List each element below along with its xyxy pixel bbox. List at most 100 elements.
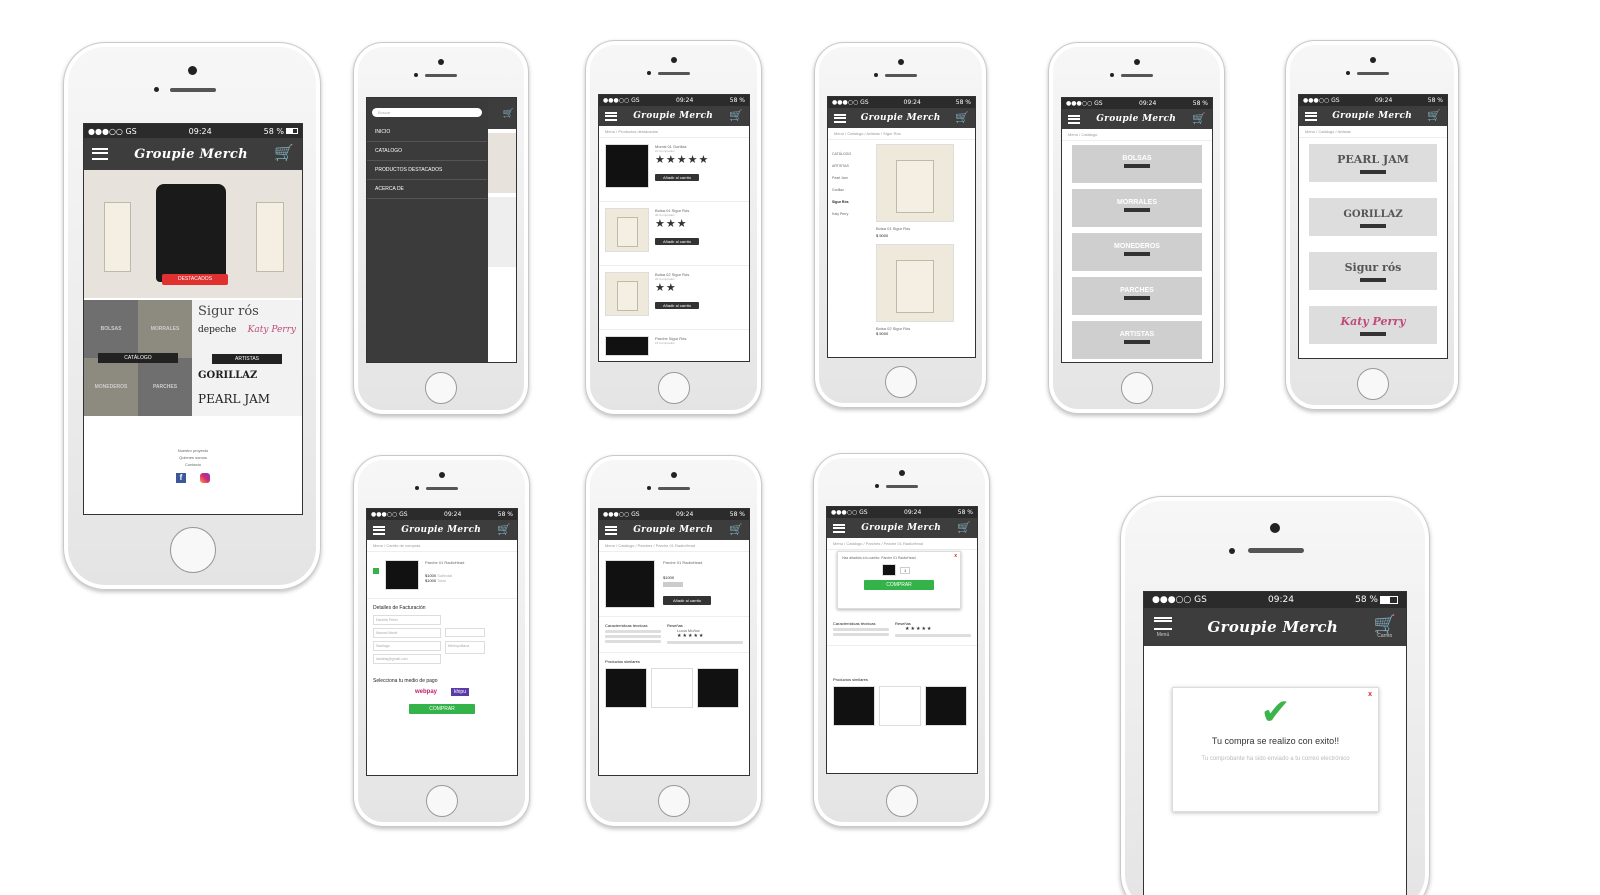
hero-banner[interactable]: DESTACADOS [84, 170, 302, 298]
home-button[interactable] [425, 372, 457, 404]
quantity-stepper[interactable] [663, 582, 683, 587]
ver-button[interactable] [1360, 170, 1386, 174]
filter-item[interactable]: CATÁLOGO [832, 152, 866, 156]
filter-item[interactable]: ARTISTAS [832, 164, 866, 168]
filter-item[interactable]: Pearl Jam [832, 176, 866, 180]
artist-tile-gorillaz[interactable]: GORILLAZ [1309, 198, 1437, 236]
menu-item-catalogo[interactable]: CATALOGO [367, 142, 487, 161]
add-to-cart-button[interactable]: Añadir al carrito [655, 302, 700, 309]
product-image[interactable] [876, 244, 954, 322]
menu-icon[interactable] [1068, 114, 1080, 124]
catalog-tile-bolsas[interactable]: BOLSAS [1072, 145, 1202, 183]
tile-bolsas[interactable]: BOLSAS [84, 300, 138, 358]
artists-block[interactable]: Sigur rós depeche Katy Perry ARTISTAS GOR… [192, 300, 302, 416]
catalog-tile-monederos[interactable]: MONEDEROS [1072, 233, 1202, 271]
home-button[interactable] [426, 785, 458, 817]
add-to-cart-button[interactable]: Añadir al carrito [655, 238, 700, 245]
ver-button[interactable] [1124, 296, 1150, 300]
billing-field[interactable]: Metropolitana [445, 641, 485, 654]
catalog-label[interactable]: CATÁLOGO [98, 353, 178, 363]
list-item[interactable]: Parche Sigur Rós 15 Comprados [599, 330, 749, 360]
ver-button[interactable] [1360, 224, 1386, 228]
cart-icon[interactable]: 🛒 [1192, 113, 1206, 125]
menu-item-acerca[interactable]: ACERCA DE [367, 180, 487, 199]
similar-product[interactable] [833, 686, 875, 726]
cart-icon[interactable]: 🛒 [1374, 615, 1396, 633]
list-item[interactable]: Bolsa 02 Sigur Rós 20 Comprados ★★ Añadir a… [599, 266, 749, 330]
catalog-tile-parches[interactable]: PARCHES [1072, 277, 1202, 315]
similar-product[interactable] [651, 668, 693, 708]
home-button[interactable] [658, 372, 690, 404]
quantity-stepper[interactable]: 1 [900, 566, 911, 574]
cart-icon[interactable]: 🛒 [274, 146, 294, 162]
catalog-tile-morrales[interactable]: MORRALES [1072, 189, 1202, 227]
instagram-icon[interactable] [200, 473, 210, 483]
catalog-block[interactable]: BOLSAS MORRALES MONEDEROS PARCHES CATÁLO… [84, 300, 192, 416]
ver-button[interactable] [1124, 164, 1150, 168]
ver-button[interactable] [1360, 278, 1386, 282]
buy-button[interactable]: COMPRAR [864, 580, 934, 590]
artists-label[interactable]: ARTISTAS [212, 354, 282, 364]
facebook-icon[interactable]: f [176, 473, 186, 483]
khipu-option[interactable]: khipu [451, 688, 469, 696]
billing-field[interactable]: danielaj@gmail.com [373, 654, 441, 664]
catalog-tile-artistas[interactable]: ARTISTAS [1072, 321, 1202, 359]
menu-icon[interactable] [834, 113, 846, 123]
search-input[interactable]: Buscar [372, 108, 482, 117]
item-checkbox[interactable] [373, 568, 379, 574]
add-to-cart-button[interactable]: Añadir al carrito [663, 596, 712, 605]
billing-field[interactable] [445, 628, 485, 637]
menu-item-inicio[interactable]: INICIO [367, 123, 487, 142]
webpay-option[interactable]: webpay [415, 689, 437, 695]
cart-icon[interactable]: 🛒 [497, 524, 511, 536]
featured-badge[interactable]: DESTACADOS [162, 274, 228, 285]
list-item[interactable]: Bolsa 01 Sigur Rós 40 Comprados ★★★ Añadir … [599, 202, 749, 266]
ver-button[interactable] [1124, 208, 1150, 212]
product-image[interactable] [876, 144, 954, 222]
menu-icon[interactable] [92, 148, 108, 160]
similar-product[interactable] [879, 686, 921, 726]
tile-monederos[interactable]: MONEDEROS [84, 358, 138, 416]
artist-tile-katy-perry[interactable]: Katy Perry [1309, 306, 1437, 344]
artist-tile-pearl-jam[interactable]: PEARL JAM [1309, 144, 1437, 182]
ver-button[interactable] [1360, 332, 1386, 336]
close-icon[interactable]: x [954, 553, 957, 559]
filter-item[interactable]: Gorillaz [832, 188, 866, 192]
cart-icon[interactable]: 🛒 [488, 98, 516, 129]
home-button[interactable] [1357, 368, 1389, 400]
cart-icon[interactable]: 🛒 [729, 110, 743, 122]
menu-icon[interactable] [1305, 111, 1317, 121]
billing-field[interactable]: Santiago [373, 641, 441, 651]
tile-morrales[interactable]: MORRALES [138, 300, 192, 358]
list-item[interactable]: Morral 01 Gorillaz 10 Comprados ★★★★★ Añadi… [599, 138, 749, 202]
billing-field[interactable]: Manuel Montt [373, 628, 441, 638]
cart-icon[interactable]: 🛒 [957, 522, 971, 534]
cart-icon[interactable]: 🛒 [729, 524, 743, 536]
home-button[interactable] [885, 366, 917, 398]
artist-tile-sigur-ros[interactable]: Sigur rós [1309, 252, 1437, 290]
tile-parches[interactable]: PARCHES [138, 358, 192, 416]
menu-icon[interactable] [833, 523, 845, 533]
close-icon[interactable]: x [1368, 691, 1372, 698]
similar-product[interactable] [605, 668, 647, 708]
menu-icon[interactable] [605, 525, 617, 535]
home-button[interactable] [886, 785, 918, 817]
add-to-cart-button[interactable]: Añadir al carrito [655, 174, 700, 181]
ver-button[interactable] [1124, 252, 1150, 256]
cart-icon[interactable]: 🛒 [955, 112, 969, 124]
similar-product[interactable] [925, 686, 967, 726]
footer-link[interactable]: Contacto [84, 462, 302, 467]
menu-icon[interactable] [1154, 616, 1172, 630]
buy-button[interactable]: COMPRAR [409, 704, 475, 714]
menu-icon[interactable] [605, 111, 617, 121]
home-button[interactable] [658, 785, 690, 817]
filter-item[interactable]: Katy Perry [832, 212, 866, 216]
cart-icon[interactable]: 🛒 [1427, 110, 1441, 122]
home-button[interactable] [170, 527, 216, 573]
menu-icon[interactable] [373, 525, 385, 535]
similar-product[interactable] [697, 668, 739, 708]
home-button[interactable] [1121, 372, 1153, 404]
filter-item[interactable]: Sigur Rós [832, 200, 866, 204]
footer-link[interactable]: Quienes somos [84, 455, 302, 460]
ver-button[interactable] [1124, 340, 1150, 344]
